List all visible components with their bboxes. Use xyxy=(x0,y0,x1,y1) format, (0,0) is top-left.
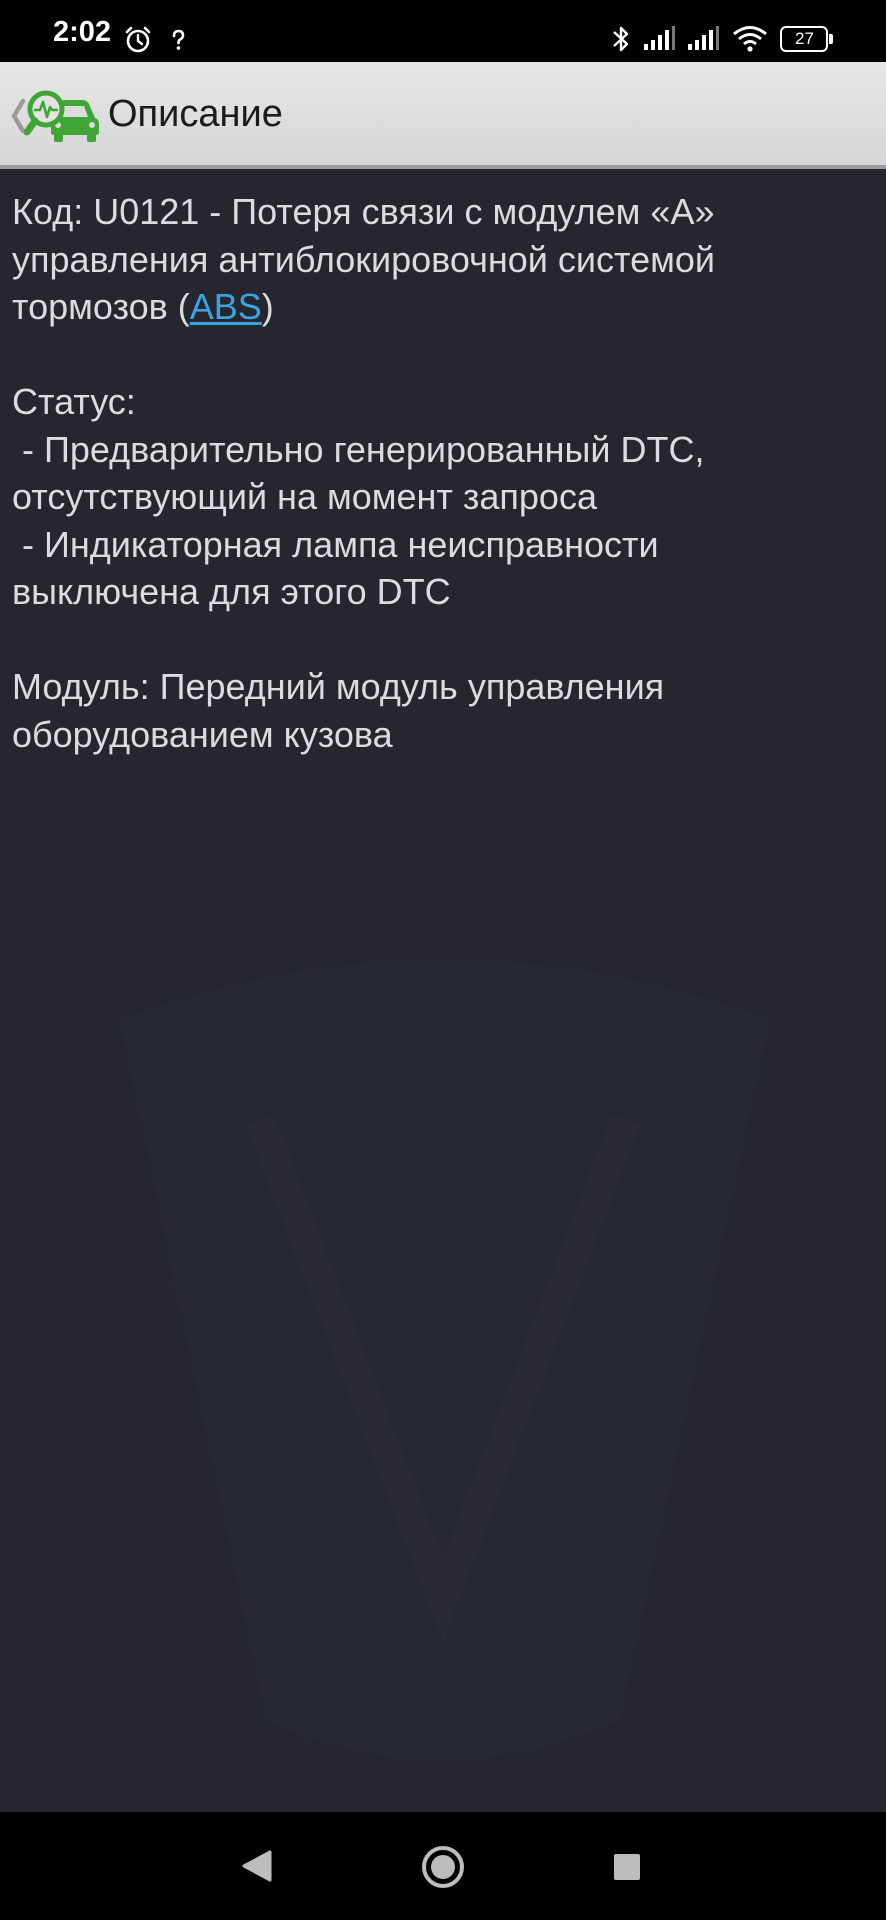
screen: 2:02 27 Описание Код: U0121 - Потеря свя… xyxy=(0,0,886,1920)
abs-link[interactable]: ABS xyxy=(190,286,262,327)
bluetooth-icon xyxy=(613,26,629,52)
alarm-icon xyxy=(125,26,151,53)
signal-icon xyxy=(644,26,675,50)
status-bar: 2:02 27 xyxy=(0,0,886,62)
watermark-logo-icon xyxy=(120,960,770,1760)
status-time: 2:02 xyxy=(53,16,112,48)
dtc-code-text: ) xyxy=(261,286,274,327)
dtc-module-paragraph: Модуль: Передний модуль управления обору… xyxy=(12,663,876,758)
status-item: отсутствующий на момент запроса xyxy=(12,476,597,517)
dtc-status-paragraph: Статус: - Предварительно генерированный … xyxy=(12,378,876,616)
status-item: - Предварительно генерированный DTC, xyxy=(12,428,705,470)
signal-icon xyxy=(688,26,719,50)
dtc-code-line: Код: U0121 - Потеря связи с модулем «A» xyxy=(12,191,715,232)
wifi-icon xyxy=(733,26,767,52)
dtc-code-line: тормозов (ABS) xyxy=(12,283,876,331)
module-line: Модуль: Передний модуль управления xyxy=(12,666,665,707)
module-line: оборудованием кузова xyxy=(12,713,393,755)
battery-level: 27 xyxy=(795,29,814,48)
dtc-code-line: управления антиблокировочной системой xyxy=(12,238,716,280)
navigation-bar xyxy=(0,1812,886,1920)
status-item: - Индикаторная лампа неисправности xyxy=(12,523,659,565)
back-triangle-icon[interactable] xyxy=(240,1848,274,1884)
recents-square-icon[interactable] xyxy=(612,1852,642,1882)
home-circle-icon[interactable] xyxy=(420,1844,466,1890)
dtc-code-paragraph: Код: U0121 - Потеря связи с модулем «A» … xyxy=(12,188,876,331)
dtc-code-text: тормозов ( xyxy=(12,286,190,327)
status-item: выключена для этого DTC xyxy=(12,571,451,612)
battery-icon: 27 xyxy=(780,26,833,52)
page-title: Описание xyxy=(108,93,283,135)
car-diagnostics-logo-icon[interactable] xyxy=(24,88,100,144)
unknown-network-icon xyxy=(172,29,185,50)
status-label: Статус: xyxy=(12,381,136,422)
dtc-description: Код: U0121 - Потеря связи с модулем «A» … xyxy=(12,188,876,758)
